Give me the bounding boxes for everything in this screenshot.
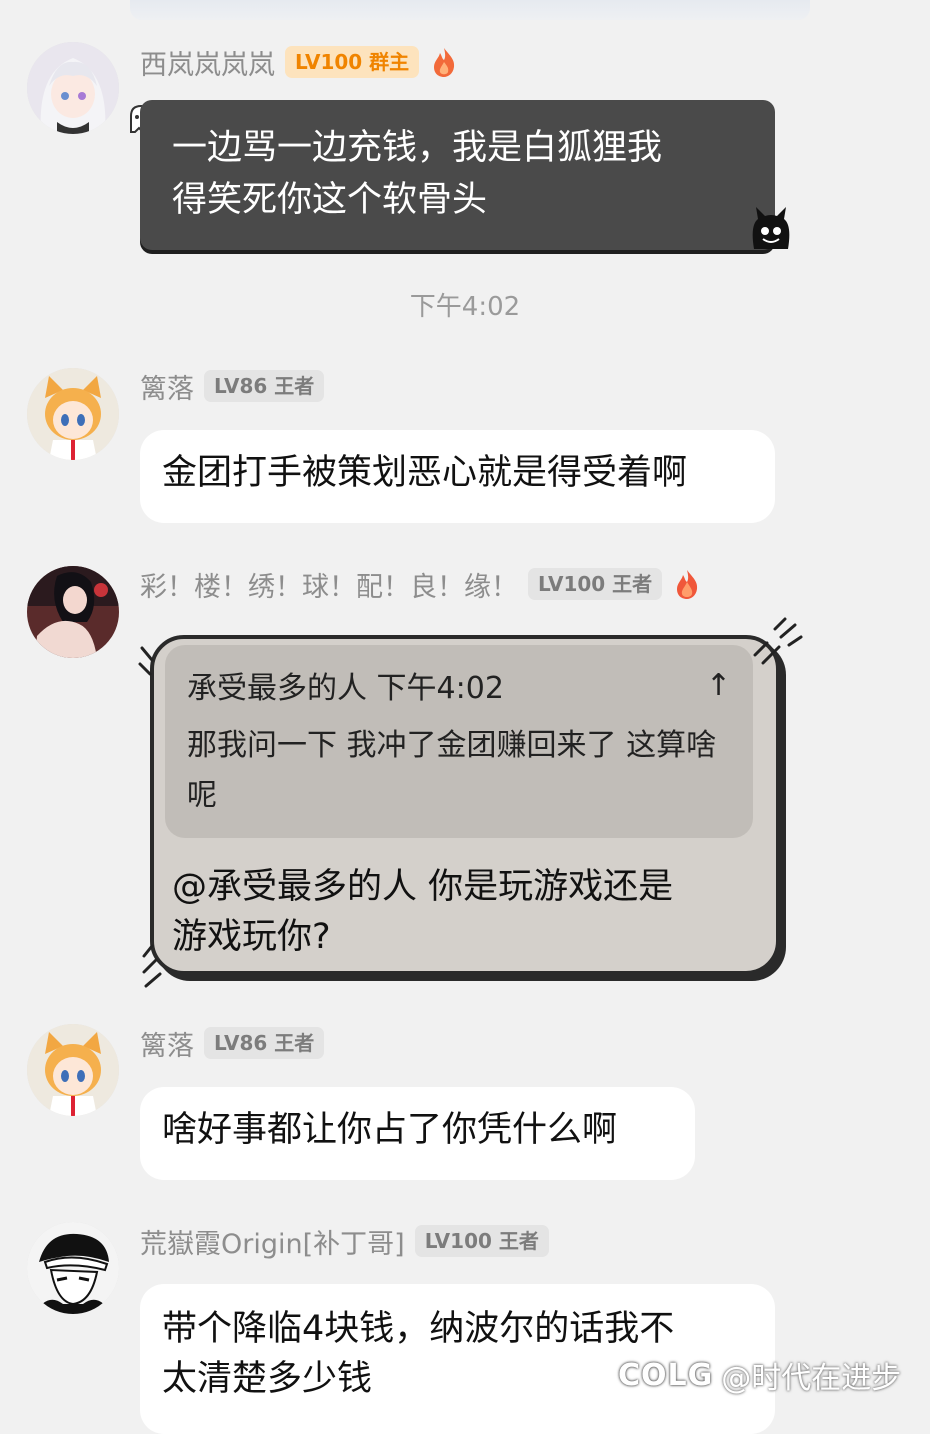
fire-icon — [434, 48, 455, 77]
sender-meta: 西岚岚岚岚 LV100 群主 — [140, 43, 459, 82]
quoted-author-time: 承受最多的人 下午4:02 — [187, 671, 504, 706]
sender-name[interactable]: 西岚岚岚岚 — [140, 43, 275, 82]
level-badge: LV100 王者 — [528, 568, 663, 600]
message-text-line: 一边骂一边充钱，我是白狐狸我 — [172, 128, 663, 168]
level-badge: LV86 王者 — [204, 370, 325, 402]
avatar[interactable] — [27, 1024, 119, 1116]
level-badge-owner: LV100 群主 — [285, 46, 420, 78]
message-bubble[interactable]: 啥好事都让你占了你凭什么啊 — [140, 1087, 695, 1180]
message-text: 金团打手被策划恶心就是得受着啊 — [162, 453, 688, 493]
avatar[interactable] — [27, 42, 119, 134]
avatar-dark-hair-girl-icon — [27, 566, 119, 658]
avatar-girl-white-hair-icon — [27, 42, 119, 134]
avatar[interactable] — [27, 1222, 119, 1314]
quoted-text: 那我问一下 我冲了金团赚回来了 这算啥呢 — [187, 728, 717, 813]
scribble-decoration-icon — [753, 617, 803, 665]
message-text-line: @承受最多的人 你是玩游戏还是 — [172, 867, 674, 907]
scribble-decoration-icon — [138, 646, 154, 676]
message-bubble-dark[interactable]: 一边骂一边充钱，我是白狐狸我 得笑死你这个软骨头 — [140, 100, 775, 250]
fire-icon — [677, 570, 698, 599]
top-bar-edge — [130, 0, 810, 20]
sender-meta: 彩！楼！绣！球！配！良！缘！ LV100 王者 — [140, 565, 702, 604]
arrow-up-icon[interactable]: ↑ — [706, 668, 731, 703]
avatar-monochrome-cap-icon — [27, 1222, 119, 1314]
avatar-cat-ear-girl-icon — [27, 368, 119, 460]
black-cat-sticker-icon — [752, 207, 790, 249]
message-bubble[interactable]: 金团打手被策划恶心就是得受着啊 — [140, 430, 775, 523]
level-badge: LV86 王者 — [204, 1027, 325, 1059]
avatar[interactable] — [27, 368, 119, 460]
sender-name[interactable]: 篱落 — [140, 1024, 194, 1063]
sender-name[interactable]: 荒嶽霞Origin[补丁哥] — [140, 1222, 405, 1261]
message-text: 啥好事都让你占了你凭什么啊 — [162, 1110, 618, 1150]
level-badge: LV100 王者 — [414, 1225, 549, 1257]
sender-name[interactable]: 彩！楼！绣！球！配！良！缘！ — [140, 565, 518, 604]
message-text-line: 得笑死你这个软骨头 — [172, 180, 488, 220]
message-text-line: 游戏玩你? — [172, 917, 331, 957]
colg-logo: COLG — [618, 1357, 714, 1393]
sender-name[interactable]: 篱落 — [140, 367, 194, 406]
watermark: COLG @时代在进步 — [618, 1352, 901, 1398]
sender-meta: 篱落 LV86 王者 — [140, 1024, 325, 1063]
message-text: @承受最多的人 你是玩游戏还是 游戏玩你? — [172, 862, 742, 962]
watermark-text: @时代在进步 — [721, 1361, 902, 1396]
avatar[interactable] — [27, 566, 119, 658]
sender-meta: 荒嶽霞Origin[补丁哥] LV100 王者 — [140, 1222, 549, 1261]
sender-meta: 篱落 LV86 王者 — [140, 367, 325, 406]
quoted-message[interactable]: 承受最多的人 下午4:02 ↑ 那我问一下 我冲了金团赚回来了 这算啥呢 — [165, 645, 753, 838]
message-text-line: 带个降临4块钱，纳波尔的话我不 — [162, 1309, 675, 1349]
timestamp-divider: 下午4:02 — [409, 292, 521, 322]
avatar-cat-ear-girl-icon — [27, 1024, 119, 1116]
